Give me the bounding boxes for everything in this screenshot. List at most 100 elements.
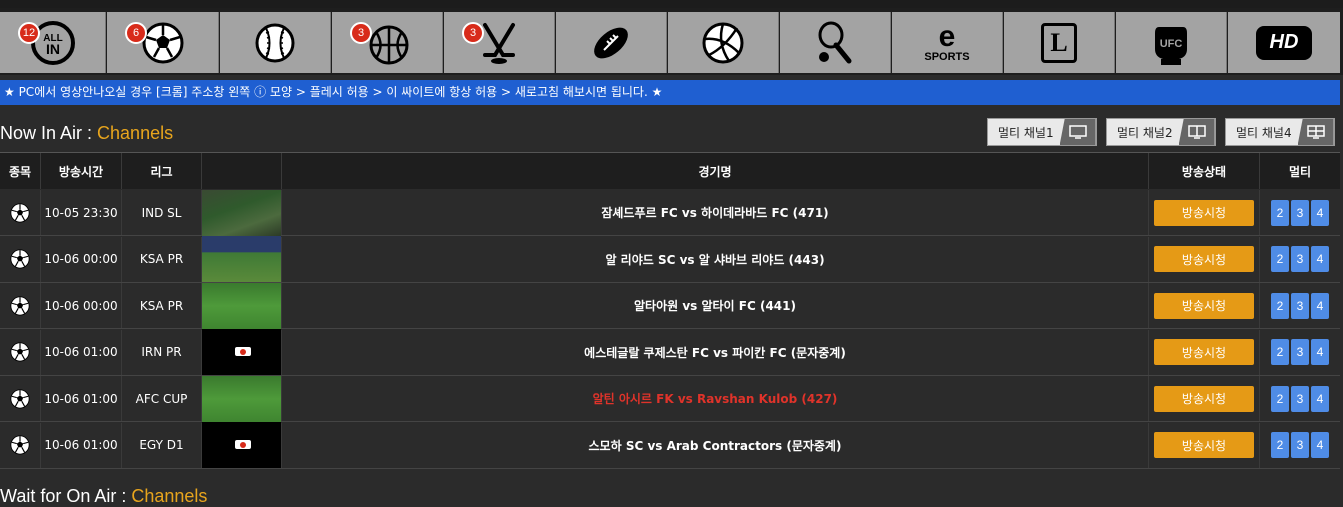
- thumb-cell[interactable]: [202, 375, 282, 422]
- thumb-cell[interactable]: [202, 282, 282, 329]
- multi-2-button[interactable]: 2: [1271, 292, 1289, 319]
- watch-button[interactable]: 방송시청: [1154, 385, 1254, 412]
- table-row: 10-05 23:30 IND SL 잠셰드푸르 FC vs 하이데라바드 FC (…: [0, 189, 1340, 236]
- sport-tab-football[interactable]: [556, 12, 667, 73]
- table-row: 10-06 00:00 KSA PR 알 리야드 SC vs 알 샤바브 리야드 (…: [0, 236, 1340, 283]
- multi-4-button[interactable]: 4: [1311, 246, 1329, 272]
- multi-channel-1-button[interactable]: 멀티 채널1: [987, 118, 1097, 146]
- multi-2-button[interactable]: 2: [1271, 432, 1289, 458]
- league-cell: IND SL: [122, 190, 202, 235]
- sport-tab-tennis[interactable]: [780, 12, 891, 73]
- sport-tab-lol[interactable]: L: [1004, 12, 1115, 73]
- thumb-cell[interactable]: [202, 236, 282, 282]
- match-cell: 에스테글랄 쿠제스탄 FC vs 파이칸 FC (문자중계): [282, 329, 1149, 375]
- status-cell: 방송시청: [1149, 422, 1260, 468]
- sport-tab-hockey[interactable]: 3: [444, 12, 555, 73]
- thumb-cell[interactable]: [202, 189, 282, 236]
- volleyball-icon: [702, 22, 744, 63]
- multi-3-button[interactable]: 3: [1291, 246, 1309, 272]
- match-cell: 알 리야드 SC vs 알 샤바브 리야드 (443): [282, 236, 1149, 282]
- watch-button[interactable]: 방송시청: [1154, 432, 1254, 458]
- single-screen-icon: [1059, 119, 1096, 145]
- multi-channel-4-button[interactable]: 멀티 채널4: [1225, 118, 1335, 146]
- match-thumbnail[interactable]: [202, 189, 281, 236]
- esports-icon: e: [938, 19, 956, 53]
- soccer-ball-icon: [9, 388, 31, 410]
- table-row: 10-06 00:00 KSA PR 알타아원 vs 알타이 FC (441) 방송시…: [0, 282, 1340, 329]
- sport-tab-soccer[interactable]: 6: [107, 12, 219, 73]
- multi-3-button[interactable]: 3: [1291, 432, 1309, 458]
- watch-button[interactable]: 방송시청: [1154, 199, 1254, 226]
- watch-button[interactable]: 방송시청: [1154, 339, 1254, 365]
- now-in-air-accent: Channels: [97, 123, 174, 143]
- multi-4-button[interactable]: 4: [1311, 199, 1329, 226]
- multi-cell: 234: [1260, 283, 1340, 328]
- thumb-cell[interactable]: [202, 329, 282, 375]
- watch-button[interactable]: 방송시청: [1154, 292, 1254, 319]
- sport-tab-esports[interactable]: e SPORTS: [892, 12, 1003, 73]
- match-thumbnail[interactable]: [202, 236, 281, 282]
- multi-cell: 234: [1260, 330, 1340, 375]
- league-cell: KSA PR: [122, 236, 202, 282]
- match-name[interactable]: 잠셰드푸르 FC vs 하이데라바드 FC (471): [601, 204, 828, 221]
- status-cell: 방송시청: [1149, 190, 1260, 235]
- multi-4-button[interactable]: 4: [1311, 385, 1329, 412]
- sport-tab-ufc[interactable]: UFC: [1116, 12, 1227, 73]
- match-thumbnail[interactable]: [202, 375, 281, 422]
- ufc-glove-icon: UFC: [1155, 26, 1187, 65]
- badge-basketball: 3: [350, 22, 372, 44]
- match-name[interactable]: 알틴 아시르 FK vs Ravshan Kulob (427): [593, 390, 838, 407]
- time-cell: 10-06 00:00: [41, 283, 122, 328]
- multi-3-button[interactable]: 3: [1291, 199, 1309, 226]
- multi-2-button[interactable]: 2: [1271, 385, 1289, 412]
- sport-tab-all-in[interactable]: ALL IN 12: [0, 12, 106, 73]
- match-thumbnail[interactable]: [202, 282, 281, 329]
- soccer-ball-icon: [9, 202, 31, 224]
- esports-label: SPORTS: [924, 50, 970, 63]
- now-in-air-prefix: Now In Air :: [0, 123, 98, 143]
- match-name[interactable]: 알 리야드 SC vs 알 샤바브 리야드 (443): [605, 251, 824, 268]
- header-league: 리그: [122, 153, 202, 189]
- multi-2-button[interactable]: 2: [1271, 199, 1289, 226]
- football-icon: [594, 27, 628, 58]
- match-cell: 잠셰드푸르 FC vs 하이데라바드 FC (471): [282, 190, 1149, 235]
- watch-button[interactable]: 방송시청: [1154, 246, 1254, 272]
- multi-channel-2-label: 멀티 채널2: [1117, 125, 1173, 140]
- time-cell: 10-06 01:00: [41, 329, 122, 375]
- sport-tab-basketball[interactable]: 3: [332, 12, 443, 73]
- tennis-icon: [818, 21, 852, 63]
- thumb-cell[interactable]: [202, 422, 282, 468]
- match-name[interactable]: 에스테글랄 쿠제스탄 FC vs 파이칸 FC (문자중계): [584, 344, 846, 361]
- match-cell: 알타아원 vs 알타이 FC (441): [282, 283, 1149, 328]
- match-thumbnail[interactable]: [202, 422, 281, 468]
- soccer-ball-icon: [9, 434, 31, 456]
- match-name[interactable]: 스모하 SC vs Arab Contractors (문자중계): [589, 437, 842, 454]
- table-header: 종목 방송시간 리그 경기명 방송상태 멀티: [0, 152, 1340, 189]
- match-thumbnail[interactable]: [202, 329, 281, 375]
- multi-2-button[interactable]: 2: [1271, 339, 1289, 365]
- time-cell: 10-05 23:30: [41, 190, 122, 235]
- multi-4-button[interactable]: 4: [1311, 339, 1329, 365]
- multi-4-button[interactable]: 4: [1311, 292, 1329, 319]
- status-cell: 방송시청: [1149, 236, 1260, 282]
- multi-channel-4-label: 멀티 채널4: [1236, 125, 1292, 140]
- match-name[interactable]: 알타아원 vs 알타이 FC (441): [634, 297, 796, 314]
- multi-cell: 234: [1260, 376, 1340, 421]
- live-logo-icon: [235, 347, 251, 356]
- sport-tab-hd[interactable]: HD: [1228, 12, 1340, 73]
- multi-channel-2-button[interactable]: 멀티 채널2: [1106, 118, 1216, 146]
- header-status: 방송상태: [1149, 153, 1260, 189]
- sport-cell: [0, 329, 41, 375]
- badge-hockey: 3: [462, 22, 484, 44]
- sport-tab-volleyball[interactable]: [668, 12, 779, 73]
- multi-3-button[interactable]: 3: [1291, 339, 1309, 365]
- soccer-ball-icon: [9, 341, 31, 363]
- multi-2-button[interactable]: 2: [1271, 246, 1289, 272]
- sport-tab-baseball[interactable]: [220, 12, 331, 73]
- badge-soccer: 6: [125, 22, 147, 44]
- multi-3-button[interactable]: 3: [1291, 292, 1309, 319]
- time-cell: 10-06 00:00: [41, 236, 122, 282]
- multi-3-button[interactable]: 3: [1291, 385, 1309, 412]
- multi-4-button[interactable]: 4: [1311, 432, 1329, 458]
- multi-cell: 234: [1260, 190, 1340, 235]
